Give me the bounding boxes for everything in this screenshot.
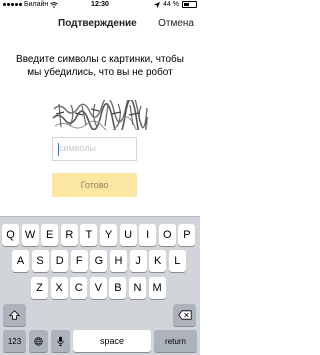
key-y[interactable]: Y (100, 224, 117, 246)
numbers-key[interactable]: 123 (3, 330, 26, 352)
key-a[interactable]: A (12, 250, 29, 272)
microphone-key[interactable] (51, 330, 70, 352)
key-w[interactable]: W (21, 224, 39, 246)
done-button[interactable]: Готово (52, 173, 137, 197)
captcha-input[interactable] (53, 138, 135, 158)
shift-icon (9, 310, 20, 320)
key-p[interactable]: P (178, 224, 196, 246)
space-key[interactable]: space (73, 330, 151, 352)
key-b[interactable]: B (109, 277, 127, 299)
key-h[interactable]: H (110, 250, 127, 272)
keyboard: 123 space return QWERTYUIOP ASDFGHJKL ZXCV… (0, 216, 200, 355)
key-r[interactable]: R (60, 224, 78, 246)
delete-icon (177, 310, 192, 320)
cancel-button[interactable]: Отмена (158, 18, 194, 29)
delete-key[interactable] (173, 304, 196, 326)
navigation-bar: Подтверждение Отмена (0, 10, 200, 40)
captcha-image (51, 100, 149, 130)
key-i[interactable]: I (139, 224, 157, 246)
globe-icon (34, 336, 43, 346)
status-right: 44 % (154, 1, 197, 8)
key-n[interactable]: N (129, 277, 146, 299)
key-q[interactable]: Q (2, 224, 19, 246)
return-key[interactable]: return (154, 330, 197, 352)
captcha-input-field[interactable] (52, 137, 137, 161)
battery-level (184, 3, 189, 6)
key-s[interactable]: S (31, 250, 49, 272)
key-z[interactable]: Z (31, 277, 48, 299)
key-m[interactable]: M (148, 277, 166, 299)
key-g[interactable]: G (90, 250, 108, 272)
shift-key[interactable] (3, 304, 26, 326)
key-x[interactable]: X (50, 277, 68, 299)
location-arrow-icon (154, 1, 161, 8)
key-d[interactable]: D (51, 250, 69, 272)
globe-key[interactable] (29, 330, 48, 352)
text-cursor (58, 143, 59, 156)
key-o[interactable]: O (158, 224, 176, 246)
key-f[interactable]: F (70, 250, 88, 272)
microphone-icon (57, 336, 64, 346)
key-l[interactable]: L (168, 250, 186, 272)
key-v[interactable]: V (89, 277, 107, 299)
battery-icon (182, 1, 197, 8)
instruction-text: Введите символы с картинки, чтобы мы убе… (16, 54, 184, 78)
key-c[interactable]: C (70, 277, 88, 299)
key-e[interactable]: E (41, 224, 59, 246)
page-title: Подтверждение (58, 18, 137, 29)
key-k[interactable]: K (149, 250, 167, 272)
status-bar: Билайн 12:30 44 % (0, 0, 200, 10)
battery-percent: 44 % (163, 1, 179, 8)
key-t[interactable]: T (80, 224, 98, 246)
key-u[interactable]: U (119, 224, 137, 246)
key-j[interactable]: J (129, 250, 147, 272)
